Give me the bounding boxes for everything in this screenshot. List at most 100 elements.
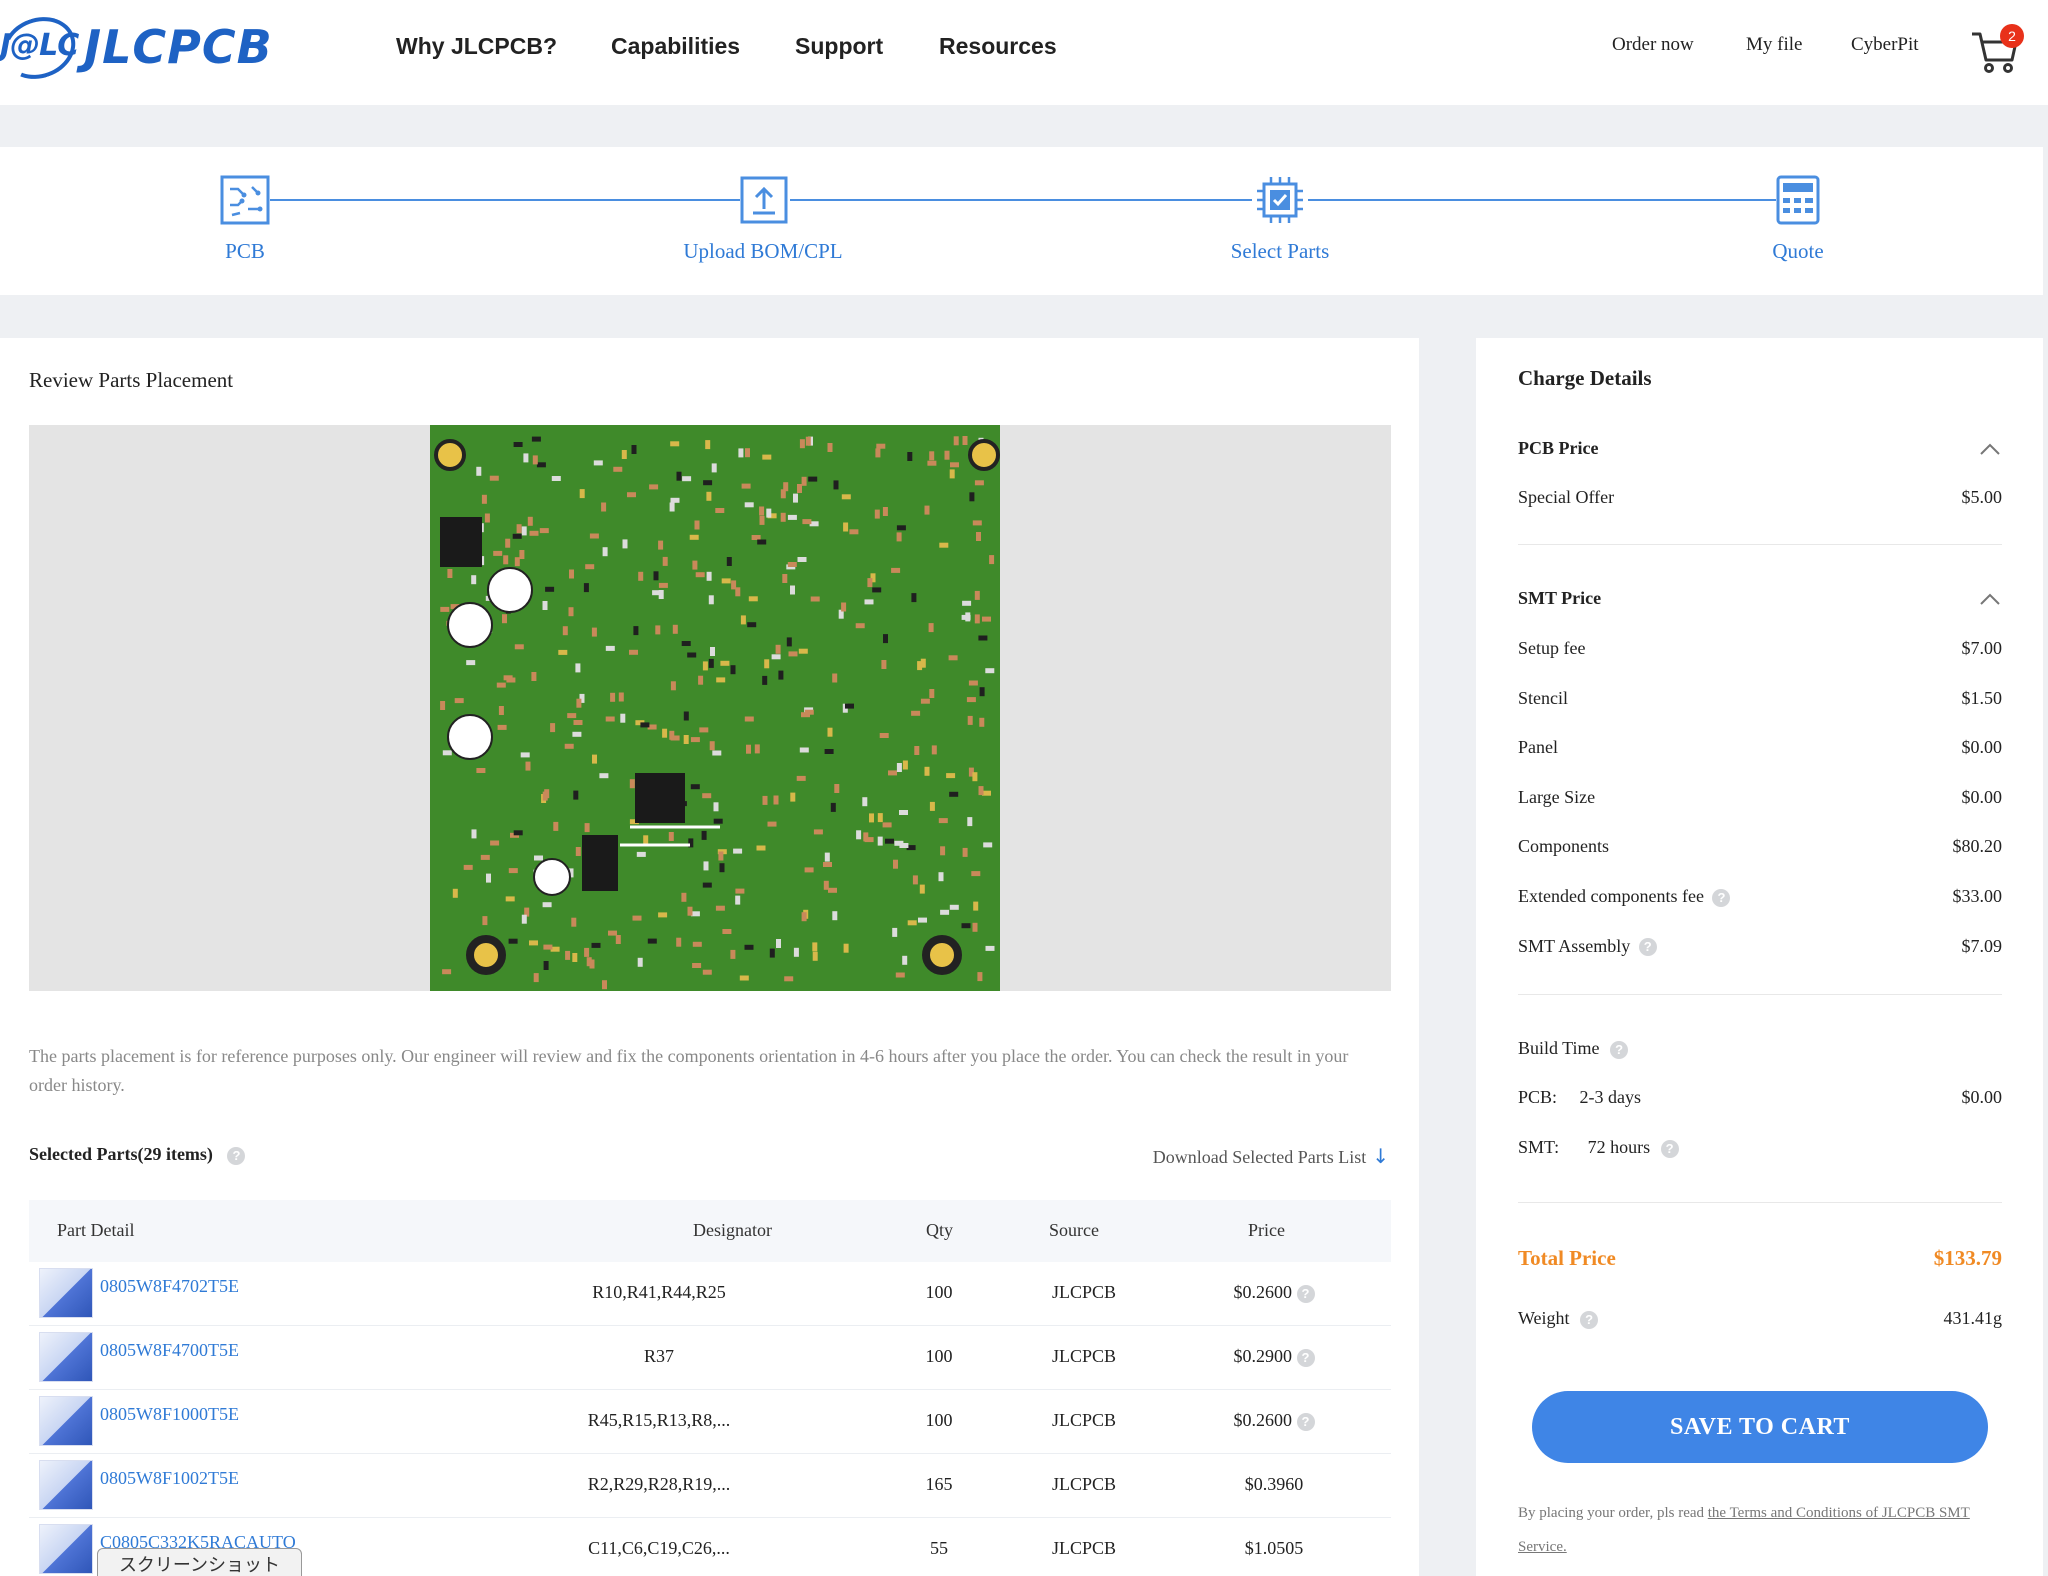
save-to-cart-button[interactable]: SAVE TO CART: [1532, 1391, 1988, 1463]
pcb-component: [929, 689, 935, 698]
pcb-component: [740, 615, 746, 625]
pcb-component: [786, 637, 792, 647]
top-header: J@LC JLCPCB Why JLCPCB? Capabilities Sup…: [0, 0, 2048, 105]
help-icon[interactable]: ?: [1296, 1284, 1315, 1303]
pcb-component: [575, 663, 581, 673]
pcb-component: [928, 623, 934, 633]
pcb-component: [899, 810, 908, 815]
help-icon[interactable]: ?: [1296, 1412, 1315, 1431]
part-thumbnail[interactable]: [39, 1460, 93, 1510]
price-value: $0.2900: [1233, 1346, 1293, 1366]
pcb-component: [780, 512, 786, 522]
pcb-component: [542, 791, 548, 801]
step-upload-label[interactable]: Upload BOM/CPL: [613, 239, 913, 264]
pcb-component: [843, 522, 849, 532]
price-cell: $0.2600 ?: [1199, 1410, 1349, 1431]
nav-capabilities[interactable]: Capabilities: [611, 33, 740, 60]
pcb-component: [533, 973, 539, 983]
row-label: SMT Assembly: [1518, 935, 1631, 956]
pcb-component: [668, 832, 674, 841]
chevron-up-icon[interactable]: [1979, 589, 2001, 611]
pcb-component: [669, 502, 675, 512]
part-number-link[interactable]: 0805W8F1000T5E: [100, 1404, 239, 1425]
chip-check-icon[interactable]: [1255, 175, 1305, 225]
chevron-up-icon[interactable]: [1979, 439, 2001, 461]
pcb-component: [978, 635, 988, 641]
help-icon[interactable]: ?: [1296, 1348, 1315, 1367]
pcb-component: [974, 614, 980, 624]
pcb-component: [784, 976, 794, 982]
smt-charge-row: SMT Assembly ? $7.09: [1518, 936, 2002, 957]
step-pcb-label[interactable]: PCB: [95, 239, 395, 264]
pcb-component: [744, 502, 754, 508]
help-icon[interactable]: ?: [1712, 888, 1731, 907]
pcb-component: [845, 703, 854, 709]
pcb-circuit-icon[interactable]: [220, 175, 270, 225]
source-cell: JLCPCB: [1051, 1474, 1117, 1494]
part-thumbnail[interactable]: [39, 1268, 93, 1318]
pcb-component: [969, 492, 975, 502]
pcb-component: [776, 939, 781, 948]
pcb-component: [827, 443, 833, 452]
help-icon[interactable]: ?: [1638, 938, 1657, 957]
help-icon[interactable]: ?: [1660, 1139, 1679, 1158]
pcb-component: [950, 462, 959, 468]
calculator-icon[interactable]: [1773, 175, 1823, 225]
help-icon[interactable]: ?: [1580, 1310, 1599, 1329]
pcb-component: [605, 645, 615, 651]
part-number-link[interactable]: 0805W8F1002T5E: [100, 1468, 239, 1489]
qty-cell: 165: [925, 1474, 953, 1494]
pcb-component: [584, 823, 590, 833]
nav-why-jlcpcb[interactable]: Why JLCPCB?: [396, 33, 557, 60]
pcb-component: [797, 557, 807, 562]
pcb-component: [790, 585, 795, 595]
part-thumbnail[interactable]: [39, 1524, 93, 1574]
pcb-component: [608, 930, 617, 936]
upload-icon[interactable]: [739, 175, 789, 225]
pcb-time-cost: $0.00: [1961, 1087, 2003, 1107]
step-quote-label[interactable]: Quote: [1648, 239, 1948, 264]
smt-charge-row: Panel $0.00: [1518, 737, 2002, 758]
step-select-parts-label[interactable]: Select Parts: [1130, 239, 1430, 264]
download-parts-list-link[interactable]: Download Selected Parts List ↓: [1153, 1144, 1389, 1168]
pcb-component: [568, 607, 574, 617]
pcb-component: [463, 864, 473, 870]
my-file-link[interactable]: My file: [1746, 34, 1802, 56]
pcb-price-section[interactable]: PCB Price: [1518, 438, 1598, 459]
pcb-component: [718, 851, 724, 861]
row-label: Large Size: [1518, 786, 1596, 807]
pcb-component: [801, 912, 807, 922]
price-value: $0.2600: [1233, 1410, 1293, 1430]
qty-cell: 100: [925, 1410, 953, 1430]
nav-resources[interactable]: Resources: [939, 33, 1057, 60]
pcb-component: [738, 448, 744, 458]
pcb-component: [543, 961, 549, 970]
nav-support[interactable]: Support: [795, 33, 883, 60]
terms-notice: By placing your order, pls read the Term…: [1518, 1496, 2008, 1564]
part-number-link[interactable]: 0805W8F4702T5E: [100, 1276, 239, 1297]
price-cell: $1.0505: [1199, 1538, 1349, 1559]
cyberpit-link[interactable]: CyberPit: [1851, 34, 1919, 56]
help-icon[interactable]: ?: [1610, 1040, 1629, 1059]
pcb-component: [733, 848, 743, 854]
jlcpcb-logo[interactable]: J@LC JLCPCB: [0, 7, 290, 89]
pcb-component: [759, 506, 765, 516]
pcb-component: [692, 963, 702, 968]
pcb-component: [881, 660, 887, 669]
order-now-link[interactable]: Order now: [1612, 34, 1694, 56]
pcb-component: [849, 529, 859, 535]
pcb-component: [452, 888, 458, 898]
pcb-component: [802, 519, 812, 525]
pcb-component: [767, 821, 777, 827]
part-number-link[interactable]: 0805W8F4700T5E: [100, 1340, 239, 1361]
pcb-component: [804, 867, 814, 873]
pcb-component: [739, 975, 749, 981]
smt-price-section[interactable]: SMT Price: [1518, 588, 1601, 609]
pcb-component: [754, 744, 760, 754]
pcb-component: [525, 761, 531, 771]
part-thumbnail[interactable]: [39, 1396, 93, 1446]
help-icon[interactable]: ?: [227, 1146, 246, 1165]
pcb-component: [476, 466, 482, 476]
weight-value: 431.41g: [1943, 1308, 2003, 1328]
part-thumbnail[interactable]: [39, 1332, 93, 1382]
